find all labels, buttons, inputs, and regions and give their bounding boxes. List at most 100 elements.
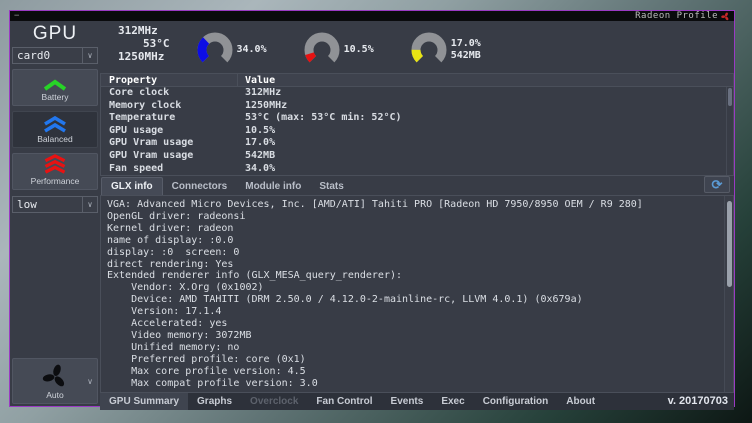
table-row: GPU usage 10.5%: [101, 125, 733, 138]
chevron-down-icon: ∨: [82, 197, 97, 212]
property-column-header[interactable]: Property: [101, 74, 238, 86]
balanced-profile-button[interactable]: Balanced: [12, 111, 98, 148]
glx-info-line: Video memory: 3072MB: [107, 330, 719, 342]
fan-speed-gauge-arc: [196, 31, 234, 69]
property-cell: GPU Vram usage: [101, 150, 238, 163]
property-cell: Fan speed: [101, 163, 238, 176]
gpu-usage-gauge-value: 10.5%: [344, 44, 374, 56]
tab-overclock: Overclock: [241, 393, 307, 410]
battery-label: Battery: [42, 92, 69, 105]
main-area: 312MHz 53°C 1250MHz 34.0% 10.5%: [100, 21, 734, 410]
app-fan-icon: [721, 12, 730, 21]
table-row: Core clock 312MHz: [101, 87, 733, 100]
titlebar: − Radeon Profile: [10, 11, 734, 21]
performance-profile-button[interactable]: Performance: [12, 153, 98, 190]
chevron-down-icon: ∨: [82, 48, 97, 63]
tab-exec[interactable]: Exec: [432, 393, 473, 410]
glx-info-line: Unified memory: no: [107, 342, 719, 354]
balanced-label: Balanced: [37, 134, 72, 147]
glx-info-panel: VGA: Advanced Micro Devices, Inc. [AMD/A…: [100, 195, 734, 393]
property-cell: GPU usage: [101, 125, 238, 138]
tab-fan-control[interactable]: Fan Control: [307, 393, 381, 410]
tab-events[interactable]: Events: [382, 393, 433, 410]
tab-module-info[interactable]: Module info: [236, 178, 310, 195]
chevron-up-icon: [42, 79, 68, 91]
property-table: Property Value Core clock 312MHz Memory …: [100, 73, 734, 176]
core-clock-readout: 312MHz: [118, 24, 170, 37]
glx-info-line: Max core profile version: 4.5: [107, 366, 719, 378]
tab-stats[interactable]: Stats: [310, 178, 352, 195]
table-header-row: Property Value: [101, 74, 733, 87]
card-select-value: card0: [13, 49, 82, 62]
table-row: Temperature 53°C (max: 53°C min: 52°C): [101, 112, 733, 125]
table-row: GPU Vram usage 542MB: [101, 150, 733, 163]
table-scrollbar-thumb[interactable]: [728, 88, 732, 106]
property-cell: GPU Vram usage: [101, 137, 238, 150]
gpu-usage-gauge: 10.5%: [303, 27, 374, 73]
chevron-down-icon: ∨: [87, 377, 93, 386]
gpu-heading: GPU: [10, 21, 100, 45]
info-tab-bar: GLX info Connectors Module info Stats ⟳: [100, 176, 734, 195]
value-cell: 542MB: [238, 150, 275, 163]
tab-graphs[interactable]: Graphs: [188, 393, 241, 410]
tab-glx-info[interactable]: GLX info: [101, 177, 163, 195]
battery-profile-button[interactable]: Battery: [12, 69, 98, 106]
glx-info-line: Version: 17.1.4: [107, 306, 719, 318]
window-title: Radeon Profile: [635, 11, 718, 21]
refresh-button[interactable]: ⟳: [704, 176, 730, 193]
card-select[interactable]: card0 ∨: [12, 47, 98, 64]
main-tab-bar: GPU Summary Graphs Overclock Fan Control…: [100, 393, 734, 410]
value-cell: 53°C (max: 53°C min: 52°C): [238, 112, 402, 125]
glx-info-line: VGA: Advanced Micro Devices, Inc. [AMD/A…: [107, 199, 719, 211]
value-cell: 17.0%: [238, 137, 275, 150]
fan-auto-label: Auto: [13, 390, 97, 400]
vram-usage-gauge: 17.0% 542MB: [410, 27, 481, 73]
value-cell: 1250MHz: [238, 100, 287, 113]
tab-about[interactable]: About: [557, 393, 604, 410]
vram-usage-gauge-arc: [410, 31, 448, 69]
tab-gpu-summary[interactable]: GPU Summary: [100, 393, 188, 410]
glx-info-line: Max compat profile version: 3.0: [107, 378, 719, 390]
version-label: v. 20170703: [668, 393, 734, 410]
glx-info-line: direct rendering: Yes: [107, 259, 719, 271]
memory-clock-readout: 1250MHz: [118, 50, 170, 63]
temperature-readout: 53°C: [118, 37, 170, 50]
tab-connectors[interactable]: Connectors: [163, 178, 237, 195]
property-cell: Temperature: [101, 112, 238, 125]
triple-chevron-up-icon: [42, 154, 68, 175]
vram-usage-gauge-value: 17.0%: [451, 38, 481, 50]
vram-usage-gauge-amount: 542MB: [451, 50, 481, 62]
table-row: GPU Vram usage 17.0%: [101, 137, 733, 150]
fan-icon: [42, 363, 69, 390]
glx-info-line: OpenGL driver: radeonsi: [107, 211, 719, 223]
refresh-icon: ⟳: [712, 177, 723, 192]
value-cell: 312MHz: [238, 87, 281, 100]
value-column-header[interactable]: Value: [238, 74, 275, 86]
double-chevron-up-icon: [42, 116, 68, 133]
performance-label: Performance: [31, 176, 80, 189]
value-cell: 34.0%: [238, 163, 275, 176]
gpu-usage-gauge-arc: [303, 31, 341, 69]
glx-info-line: Kernel driver: radeon: [107, 223, 719, 235]
value-cell: 10.5%: [238, 125, 275, 138]
glx-info-line: Preferred profile: core (0x1): [107, 354, 719, 366]
minimize-icon[interactable]: −: [14, 12, 19, 21]
table-scrollbar[interactable]: [726, 87, 733, 175]
summary-header: 312MHz 53°C 1250MHz 34.0% 10.5%: [100, 21, 734, 73]
tab-configuration[interactable]: Configuration: [474, 393, 558, 410]
fan-auto-button[interactable]: ∨ Auto: [12, 358, 98, 404]
glx-scrollbar-thumb[interactable]: [727, 201, 732, 287]
power-level-select[interactable]: low ∨: [12, 196, 98, 213]
glx-info-line: display: :0 screen: 0: [107, 247, 719, 259]
property-cell: Core clock: [101, 87, 238, 100]
property-cell: Memory clock: [101, 100, 238, 113]
table-row: Memory clock 1250MHz: [101, 100, 733, 113]
glx-info-line: Accelerated: yes: [107, 318, 719, 330]
gauges: 34.0% 10.5% 17.0% 542MB: [196, 21, 517, 73]
glx-scrollbar[interactable]: [724, 196, 733, 392]
clock-readouts: 312MHz 53°C 1250MHz: [118, 21, 170, 73]
glx-info-line: name of display: :0.0: [107, 235, 719, 247]
fan-speed-gauge-value: 34.0%: [237, 44, 267, 56]
radeon-profile-window: − Radeon Profile GPU card0 ∨ Battery: [9, 10, 735, 407]
glx-info-line: Device: AMD TAHITI (DRM 2.50.0 / 4.12.0-…: [107, 294, 719, 306]
